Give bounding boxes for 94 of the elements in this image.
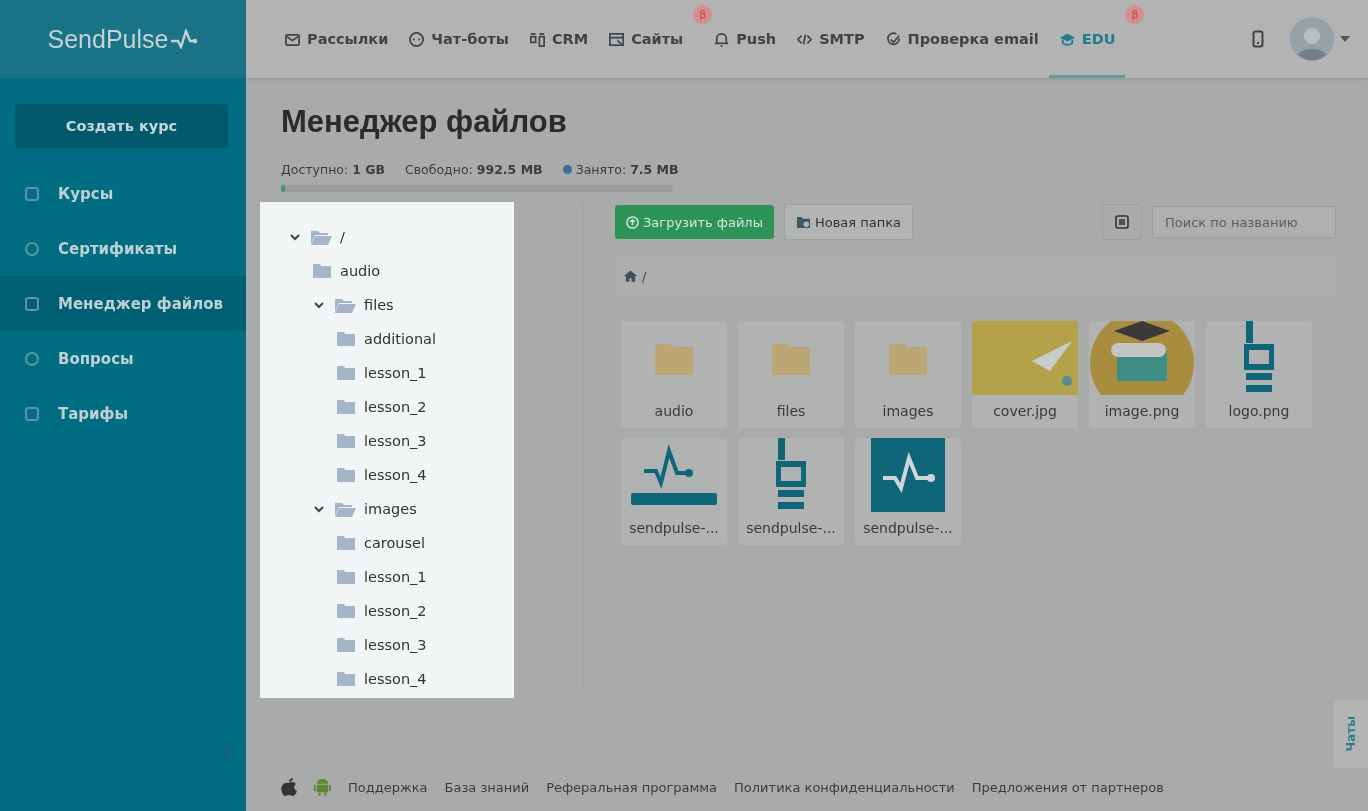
folder-icon: [655, 341, 693, 375]
search-field[interactable]: Поиск по названию: [1152, 206, 1336, 238]
new-folder-button[interactable]: Новая папка: [783, 204, 913, 240]
storage-available: Доступно: 1 GB: [281, 162, 385, 177]
file-name: cover.jpg: [993, 403, 1057, 419]
folder-name[interactable]: audio: [340, 263, 381, 279]
check-circle-icon: [884, 30, 902, 48]
folder-icon: [336, 365, 356, 381]
folder-icon: [336, 433, 356, 449]
logo-text[interactable]: SendPulse: [47, 24, 169, 54]
file-name: logo.png: [1228, 403, 1290, 419]
sidebar-item[interactable]: Менеджер файлов: [0, 276, 246, 331]
folder-name[interactable]: lesson_2: [364, 399, 427, 415]
beta-badge: β: [693, 5, 713, 24]
file-card[interactable]: audio: [621, 321, 727, 428]
file-name: sendpulse-...: [629, 520, 719, 536]
folder-name[interactable]: additional: [364, 331, 436, 347]
phone-icon[interactable]: [1252, 30, 1264, 48]
file-name: files: [776, 403, 806, 419]
sidebar-item[interactable]: Курсы: [0, 166, 246, 221]
file-name: sendpulse-...: [863, 520, 953, 536]
pulse-icon: [170, 29, 199, 49]
page-title: Менеджер файлов: [281, 104, 568, 140]
footer-link[interactable]: Политика конфиденциальности: [734, 779, 955, 795]
folder-icon: [336, 399, 356, 415]
folder-icon: [336, 603, 356, 619]
folder-name[interactable]: lesson_1: [364, 365, 427, 381]
caret-icon[interactable]: [1340, 36, 1350, 42]
folder-icon: [312, 263, 332, 279]
footer-link[interactable]: База знаний: [444, 779, 530, 795]
beta-badge: β: [1125, 5, 1145, 24]
file-card[interactable]: files: [738, 321, 844, 428]
nav-tab[interactable]: Проверка email: [874, 0, 1049, 78]
open-folder-icon: [310, 229, 332, 245]
nav-tab[interactable]: SMTP: [786, 0, 875, 78]
chevron-down-icon[interactable]: [312, 504, 326, 514]
nav-tab[interactable]: Сайты: [598, 0, 694, 78]
file-card[interactable]: images: [855, 321, 961, 428]
apple-icon[interactable]: [281, 778, 297, 796]
file-card[interactable]: sendpulse-...: [738, 438, 844, 545]
nav-tab[interactable]: CRM: [518, 0, 599, 78]
home-icon[interactable]: [623, 269, 638, 283]
folder-name[interactable]: lesson_4: [364, 671, 427, 687]
folder-icon: [336, 569, 356, 585]
chevron-down-icon[interactable]: [312, 300, 326, 310]
folder-icon: [336, 535, 356, 551]
folder-plus-icon: [795, 215, 811, 229]
upload-button[interactable]: Загрузить файлы: [615, 205, 774, 239]
create-course-button[interactable]: Создать курс: [15, 104, 228, 148]
footer-link[interactable]: Реферальная программа: [546, 779, 718, 795]
columns-icon: [528, 30, 546, 48]
browser-window-icon: [608, 30, 626, 48]
sidebar-item[interactable]: Вопросы: [0, 331, 246, 386]
sidebar-item[interactable]: Тарифы: [0, 386, 246, 441]
footer-link[interactable]: Поддержка: [348, 779, 428, 795]
folder-icon: [336, 467, 356, 483]
file-card[interactable]: sendpulse-...: [855, 438, 961, 545]
folder-name[interactable]: lesson_3: [364, 637, 427, 653]
bell-icon: [713, 30, 731, 48]
file-card[interactable]: cover.jpg: [972, 321, 1078, 428]
file-card[interactable]: image.png: [1089, 321, 1195, 428]
upload-icon: [626, 215, 639, 229]
used-dot-icon: [562, 165, 572, 174]
nav-tab[interactable]: Рассылки: [274, 0, 399, 78]
folder-icon: [336, 637, 356, 653]
folder-name[interactable]: lesson_1: [364, 569, 427, 585]
open-folder-icon: [334, 297, 356, 313]
storage-used: Занято: 7.5 MB: [575, 162, 679, 177]
folder-name[interactable]: carousel: [364, 535, 426, 551]
folder-name[interactable]: lesson_3: [364, 433, 427, 449]
folder-name[interactable]: lesson_2: [364, 603, 427, 619]
file-name: sendpulse-...: [746, 520, 836, 536]
folder-icon: [336, 671, 356, 687]
file-card[interactable]: sendpulse-...: [621, 438, 727, 545]
file-name: audio: [654, 403, 694, 419]
footer-link[interactable]: Предложения от партнеров: [971, 779, 1164, 795]
breadcrumb-path: /: [642, 268, 647, 284]
storage-free: Свободно: 992.5 MB: [405, 162, 543, 177]
file-name: image.png: [1104, 403, 1180, 419]
open-folder-icon: [334, 501, 356, 517]
folder-icon: [336, 331, 356, 347]
chevron-down-icon[interactable]: [288, 232, 302, 242]
folder-name[interactable]: files: [364, 297, 394, 313]
folder-name[interactable]: images: [364, 501, 417, 517]
folder-name[interactable]: lesson_4: [364, 467, 427, 483]
file-card[interactable]: logo.png: [1206, 321, 1312, 428]
chat-bubble-icon: [408, 30, 426, 48]
folder-icon: [889, 341, 927, 375]
list-view-button[interactable]: [1102, 204, 1142, 240]
folder-name[interactable]: /: [340, 229, 345, 245]
folder-icon: [772, 341, 810, 375]
sidebar-item[interactable]: Сертификаты: [0, 221, 246, 276]
file-name: images: [882, 403, 934, 419]
nav-tab[interactable]: Чат-боты: [398, 0, 519, 78]
